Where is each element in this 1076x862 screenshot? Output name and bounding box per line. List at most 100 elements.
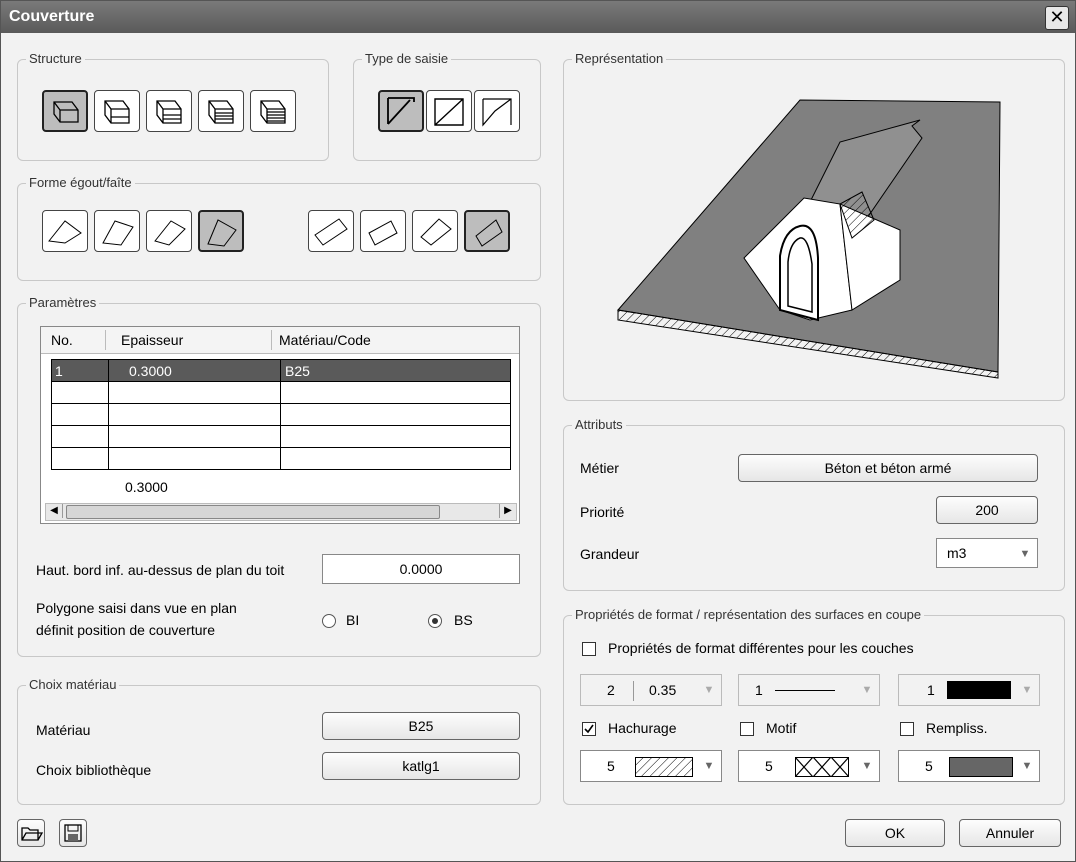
hachurage-value: 5 — [607, 758, 615, 774]
structure-title: Structure — [26, 51, 85, 66]
title-bar: Couverture ✕ — [1, 1, 1075, 33]
scroll-right-icon[interactable]: ▶ — [499, 504, 516, 518]
materiau-label: Matériau — [36, 722, 91, 738]
table-row[interactable] — [51, 447, 511, 470]
ridge-shape-1-icon[interactable] — [308, 210, 354, 252]
poly-label-2: définit position de couverture — [36, 622, 215, 638]
hachurage-label: Hachurage — [608, 720, 677, 736]
layer-3-icon[interactable] — [146, 90, 192, 132]
parametres-title: Paramètres — [26, 295, 100, 310]
cancel-button[interactable]: Annuler — [959, 819, 1061, 847]
materiau-button[interactable]: B25 — [322, 712, 520, 740]
hachurage-checkbox[interactable] — [582, 722, 596, 736]
color-field[interactable]: 1 ▼ — [898, 674, 1040, 706]
color-swatch — [947, 681, 1011, 699]
table-row[interactable] — [51, 403, 511, 426]
motif-value: 5 — [765, 758, 773, 774]
roof-slope-a-icon[interactable] — [378, 90, 424, 132]
biblio-button[interactable]: katlg1 — [322, 752, 520, 780]
eave-shape-2-icon[interactable] — [94, 210, 140, 252]
eave-shape-1-icon[interactable] — [42, 210, 88, 252]
table-row[interactable]: 1 0.3000 B25 — [51, 359, 511, 382]
motif-select[interactable]: 5 ▼ — [738, 750, 880, 782]
priorite-label: Priorité — [580, 504, 625, 520]
radio-bs[interactable] — [428, 614, 442, 628]
ridge-shape-3-icon[interactable] — [412, 210, 458, 252]
attributs-group: Attributs Métier Béton et béton armé Pri… — [563, 417, 1065, 591]
layer-1-icon[interactable] — [42, 90, 88, 132]
col-header-no: No. — [51, 332, 73, 348]
pen-field[interactable]: 2 0.35 ▼ — [580, 674, 722, 706]
choix-title: Choix matériau — [26, 677, 120, 692]
motif-checkbox[interactable] — [740, 722, 754, 736]
forme-title: Forme égout/faîte — [26, 175, 135, 190]
col-header-materiau: Matériau/Code — [279, 332, 371, 348]
radio-bs-label: BS — [454, 612, 473, 628]
metier-label: Métier — [580, 460, 619, 476]
color-value: 1 — [927, 682, 935, 698]
scroll-thumb[interactable] — [66, 505, 440, 519]
cell-no: 1 — [51, 359, 109, 382]
table-row[interactable] — [51, 425, 511, 448]
layer-4-icon[interactable] — [198, 90, 244, 132]
chevron-down-icon[interactable]: ▼ — [858, 678, 876, 702]
layer-5-icon[interactable] — [250, 90, 296, 132]
scroll-left-icon[interactable]: ◀ — [46, 504, 63, 518]
representation-title: Représentation — [572, 51, 667, 66]
rempliss-value: 5 — [925, 758, 933, 774]
grandeur-select[interactable]: m3 ▼ — [936, 538, 1038, 568]
radio-bi[interactable] — [322, 614, 336, 628]
parametres-group: Paramètres No. Epaisseur Matériau/Code 1… — [17, 295, 541, 657]
line-type-value: 1 — [755, 682, 763, 698]
chevron-down-icon[interactable]: ▼ — [700, 754, 718, 778]
roof-slope-b-icon[interactable] — [426, 90, 472, 132]
rempliss-select[interactable]: 5 ▼ — [898, 750, 1040, 782]
haut-input[interactable]: 0.0000 — [322, 554, 520, 584]
ridge-shape-4-icon[interactable] — [464, 210, 510, 252]
open-folder-icon[interactable] — [17, 819, 45, 847]
grandeur-label: Grandeur — [580, 546, 640, 562]
table-header: No. Epaisseur Matériau/Code — [41, 327, 519, 354]
hatch-pattern-icon — [635, 757, 693, 777]
cross-pattern-icon — [795, 757, 849, 777]
metier-button[interactable]: Béton et béton armé — [738, 454, 1038, 482]
haut-label: Haut. bord inf. au-dessus de plan du toi… — [36, 562, 285, 578]
close-icon[interactable]: ✕ — [1045, 6, 1069, 30]
fill-swatch — [949, 757, 1013, 777]
layer-2-icon[interactable] — [94, 90, 140, 132]
priorite-button[interactable]: 200 — [936, 496, 1038, 524]
save-icon[interactable] — [59, 819, 87, 847]
cell-epaisseur: 0.3000 — [108, 359, 281, 382]
choix-group: Choix matériau Matériau B25 Choix biblio… — [17, 677, 541, 805]
line-type-field[interactable]: 1 ▼ — [738, 674, 880, 706]
eave-shape-4-icon[interactable] — [198, 210, 244, 252]
table-body: 1 0.3000 B25 — [51, 359, 511, 470]
ridge-shape-2-icon[interactable] — [360, 210, 406, 252]
format-group: Propriétés de format / représentation de… — [563, 607, 1065, 805]
chevron-down-icon[interactable]: ▼ — [858, 754, 876, 778]
chevron-down-icon[interactable]: ▼ — [1018, 754, 1036, 778]
horizontal-scrollbar[interactable]: ◀ ▶ — [45, 503, 517, 521]
window-title: Couverture — [9, 8, 95, 25]
rempliss-checkbox[interactable] — [900, 722, 914, 736]
chevron-down-icon[interactable]: ▼ — [1018, 678, 1036, 702]
ok-button[interactable]: OK — [845, 819, 945, 847]
representation-group: Représentation — [563, 51, 1065, 401]
grandeur-value: m3 — [947, 545, 967, 561]
poly-label-1: Polygone saisi dans vue en plan — [36, 600, 237, 616]
chevron-down-icon[interactable]: ▼ — [700, 678, 718, 702]
forme-group: Forme égout/faîte — [17, 175, 541, 281]
pen-value-2: 0.35 — [649, 682, 677, 698]
diff-label: Propriétés de format différentes pour le… — [608, 640, 914, 656]
rempliss-label: Rempliss. — [926, 720, 988, 736]
diff-checkbox[interactable] — [582, 642, 596, 656]
hachurage-select[interactable]: 5 ▼ — [580, 750, 722, 782]
radio-bi-label: BI — [346, 612, 360, 628]
roof-slope-c-icon[interactable] — [474, 90, 520, 132]
structure-group: Structure — [17, 51, 329, 161]
chevron-down-icon[interactable]: ▼ — [1016, 542, 1034, 566]
thickness-total: 0.3000 — [125, 479, 168, 495]
attributs-title: Attributs — [572, 417, 626, 432]
table-row[interactable] — [51, 381, 511, 404]
eave-shape-3-icon[interactable] — [146, 210, 192, 252]
